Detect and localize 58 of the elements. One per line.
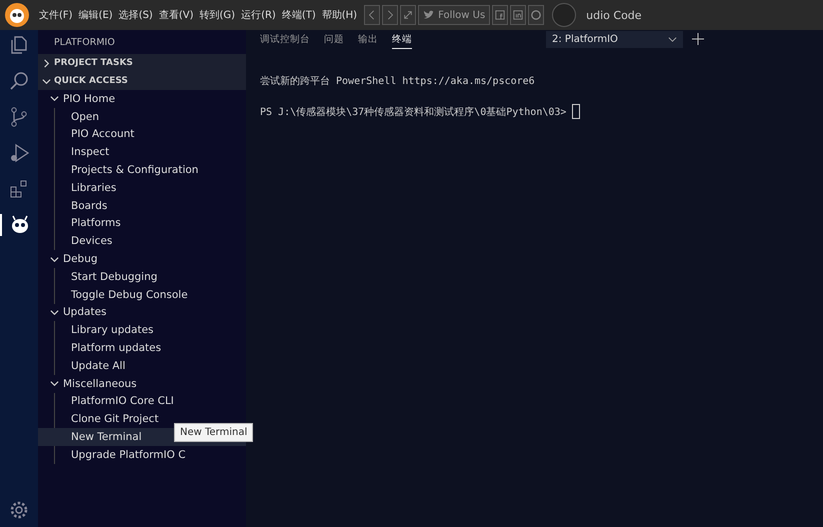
menu-item[interactable]: 转到(G) [196, 8, 238, 22]
tree-group[interactable]: Debug [38, 250, 246, 268]
alien-head-icon[interactable] [9, 214, 31, 236]
menu-item[interactable]: 文件(F) [36, 8, 76, 22]
tree-item[interactable]: Boards [38, 196, 246, 215]
panel-tab[interactable]: 调试控制台 [260, 31, 310, 49]
search-icon[interactable] [8, 70, 30, 92]
tree-item[interactable]: Toggle Debug Console [38, 286, 246, 304]
settings-icon[interactable] [8, 499, 30, 521]
tree-item[interactable]: Upgrade PlatformIO C [38, 446, 246, 464]
bird-icon [423, 10, 436, 20]
section-header[interactable]: PROJECT TASKS [38, 54, 246, 72]
tree-item[interactable]: Libraries [38, 178, 246, 197]
tree-group[interactable]: Miscellaneous [38, 374, 246, 393]
linkedin-icon[interactable] [510, 5, 526, 25]
menu-item[interactable]: 运行(R) [238, 8, 279, 22]
tree-item[interactable]: Update All [38, 356, 246, 375]
forward-icon[interactable] [382, 5, 398, 25]
menu-item[interactable]: 帮助(H) [318, 8, 360, 22]
terminal-line: 尝试新的跨平台 PowerShell https://aka.ms/pscore6 [260, 74, 536, 88]
tooltip: New Terminal [174, 423, 254, 442]
facebook-icon[interactable] [492, 5, 508, 25]
chevron-down-icon [50, 379, 59, 388]
tree-item[interactable]: PlatformIO Core CLI [38, 392, 246, 410]
tree-item[interactable]: Start Debugging [38, 268, 246, 286]
terminal-cursor [572, 104, 580, 119]
menu-item[interactable]: 编辑(E) [76, 8, 116, 22]
github-icon[interactable] [528, 5, 544, 25]
menu-item[interactable]: 终端(T) [278, 8, 319, 22]
tree-item[interactable]: Inspect [38, 143, 246, 162]
back-icon[interactable] [364, 5, 380, 25]
chevron-down-icon [50, 308, 59, 317]
chevron-right-icon [42, 58, 51, 68]
expand-icon[interactable] [400, 5, 416, 25]
sidebar-title: PLATFORMIO [53, 36, 116, 50]
window-title: udio Code [586, 8, 642, 22]
tree-item[interactable]: Platform updates [38, 339, 246, 357]
tree-group[interactable]: PIO Home [38, 90, 246, 108]
menu-item[interactable]: 选择(S) [116, 8, 156, 22]
chevron-down-icon [50, 254, 59, 264]
run-debug-icon[interactable] [8, 142, 30, 164]
menu-item[interactable]: 查看(V) [156, 8, 196, 22]
panel-tab[interactable]: 终端 [392, 31, 412, 49]
section-header[interactable]: QUICK ACCESS [38, 72, 246, 90]
tree-item[interactable]: PIO Account [38, 126, 246, 144]
tree-item[interactable]: Library updates [38, 321, 246, 340]
tree-item[interactable]: Open [38, 108, 246, 126]
panel-tab[interactable]: 问题 [324, 31, 344, 49]
panel-tab[interactable]: 输出 [358, 31, 378, 49]
follow-us-button[interactable]: Follow Us [418, 5, 490, 25]
chevron-down-icon [668, 35, 677, 44]
tree-item[interactable]: Platforms [38, 214, 246, 232]
terminal-prompt: PS J:\传感器模块\37种传感器资料和测试程序\0基础Python\03> [260, 106, 566, 118]
tree-item[interactable]: Devices [38, 232, 246, 250]
tree-item[interactable]: Projects & Configuration [38, 161, 246, 179]
terminal-dropdown[interactable]: 2: PlatformIO [546, 31, 683, 48]
plus-icon[interactable] [692, 33, 704, 45]
tree-group[interactable]: Updates [38, 304, 246, 322]
